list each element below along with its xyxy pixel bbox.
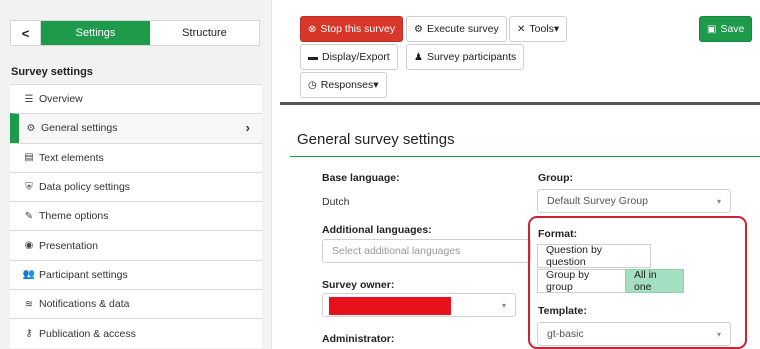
save-icon: ▣ <box>707 23 717 35</box>
file-text-icon: ▤ <box>24 152 34 164</box>
survey-participants-button[interactable]: ♟ Survey participants <box>406 44 525 70</box>
template-value: gt-basic <box>547 328 584 340</box>
responses-icon: ◷ <box>308 79 317 91</box>
sidebar: < Settings Structure Survey settings ☰ O… <box>0 0 272 349</box>
stop-survey-button[interactable]: ⊗ Stop this survey <box>300 16 404 42</box>
back-button[interactable]: < <box>11 21 41 45</box>
group-label: Group: <box>538 172 573 184</box>
sidebar-item-data-policy[interactable]: ⛨ Data policy settings <box>10 171 262 202</box>
tab-structure[interactable]: Structure <box>150 21 259 45</box>
chevron-down-icon: ▾ <box>716 330 721 339</box>
sidebar-item-participant-settings[interactable]: 👥 Participant settings <box>10 259 262 290</box>
responses-label: Responses▾ <box>320 79 379 91</box>
format-group-by-group[interactable]: Group by group <box>537 269 626 293</box>
tools-dropdown[interactable]: ✕ Tools▾ <box>509 16 568 42</box>
save-label: Save <box>720 23 745 35</box>
tools-label: Tools▾ <box>529 23 560 35</box>
chevron-right-icon: › <box>245 120 250 136</box>
rss-icon: ≋ <box>24 298 34 310</box>
sidebar-item-general-settings[interactable]: ⚙ General settings › <box>10 113 262 143</box>
base-language-label: Base language: <box>322 172 400 184</box>
sidebar-heading: Survey settings <box>11 66 93 78</box>
additional-languages-placeholder: Select additional languages <box>332 245 461 257</box>
format-question-by-question[interactable]: Question by question <box>537 244 651 268</box>
tab-settings[interactable]: Settings <box>41 21 150 45</box>
page-title: General survey settings <box>297 131 455 148</box>
sidebar-item-label: Publication & access <box>39 327 136 340</box>
user-icon: ♟ <box>414 51 423 63</box>
sidebar-item-label: Presentation <box>39 239 98 252</box>
display-export-button[interactable]: ▬ Display/Export <box>300 44 398 70</box>
group-value: Default Survey Group <box>547 195 648 207</box>
execute-survey-button[interactable]: ⚙ Execute survey <box>406 16 507 42</box>
sidebar-item-label: Text elements <box>39 151 104 164</box>
stop-survey-label: Stop this survey <box>320 23 396 35</box>
sidebar-item-text-elements[interactable]: ▤ Text elements <box>10 142 262 172</box>
gears-icon: ⚙ <box>26 122 36 134</box>
key-icon: ⚷ <box>25 328 33 340</box>
responses-dropdown[interactable]: ◷ Responses▾ <box>300 72 387 98</box>
display-export-label: Display/Export <box>322 51 390 63</box>
sidebar-item-label: Data policy settings <box>39 181 131 194</box>
administrator-label: Administrator: <box>322 333 395 345</box>
format-label: Format: <box>538 228 578 240</box>
format-all-in-one[interactable]: All in one <box>625 269 684 293</box>
redacted-owner <box>329 297 451 315</box>
sidebar-item-label: Participant settings <box>39 268 128 281</box>
tools-icon: ✕ <box>517 23 526 35</box>
sidebar-menu: ☰ Overview ⚙ General settings › ▤ Text e… <box>10 84 262 348</box>
sidebar-item-theme-options[interactable]: ✎ Theme options <box>10 201 262 231</box>
survey-owner-label: Survey owner: <box>322 279 395 291</box>
sidebar-item-label: Theme options <box>39 210 109 223</box>
sidebar-tabs: < Settings Structure <box>10 20 260 46</box>
survey-toolbar: ⊗ Stop this survey ⚙ Execute survey ✕ To… <box>280 0 760 105</box>
users-icon: 👥 <box>22 269 36 281</box>
survey-participants-label: Survey participants <box>426 51 517 63</box>
sidebar-item-publication[interactable]: ⚷ Publication & access <box>10 318 262 348</box>
template-label: Template: <box>538 305 587 317</box>
sidebar-item-label: Overview <box>39 93 83 106</box>
chevron-down-icon: ▾ <box>501 301 506 310</box>
save-button[interactable]: ▣ Save <box>699 16 753 42</box>
sidebar-item-notifications[interactable]: ≋ Notifications & data <box>10 289 262 319</box>
group-select[interactable]: Default Survey Group ▾ <box>537 189 731 213</box>
base-language-value: Dutch <box>322 196 350 208</box>
additional-languages-label: Additional languages: <box>322 224 432 236</box>
folder-icon: ▬ <box>308 51 318 63</box>
eye-slash-icon: ◉ <box>24 240 34 252</box>
execute-survey-label: Execute survey <box>426 23 499 35</box>
shield-icon: ⛨ <box>25 181 33 193</box>
additional-languages-input[interactable]: Select additional languages <box>322 239 531 263</box>
sidebar-item-label: General settings <box>41 122 118 135</box>
stop-icon: ⊗ <box>308 23 317 35</box>
title-divider <box>290 156 760 157</box>
chevron-down-icon: ▾ <box>716 197 721 206</box>
brush-icon: ✎ <box>24 210 34 222</box>
sidebar-item-overview[interactable]: ☰ Overview <box>10 84 262 114</box>
sidebar-item-presentation[interactable]: ◉ Presentation <box>10 230 262 260</box>
cog-icon: ⚙ <box>414 23 423 35</box>
sidebar-item-label: Notifications & data <box>39 298 130 311</box>
template-select[interactable]: gt-basic ▾ <box>537 322 731 346</box>
list-icon: ☰ <box>24 93 34 105</box>
